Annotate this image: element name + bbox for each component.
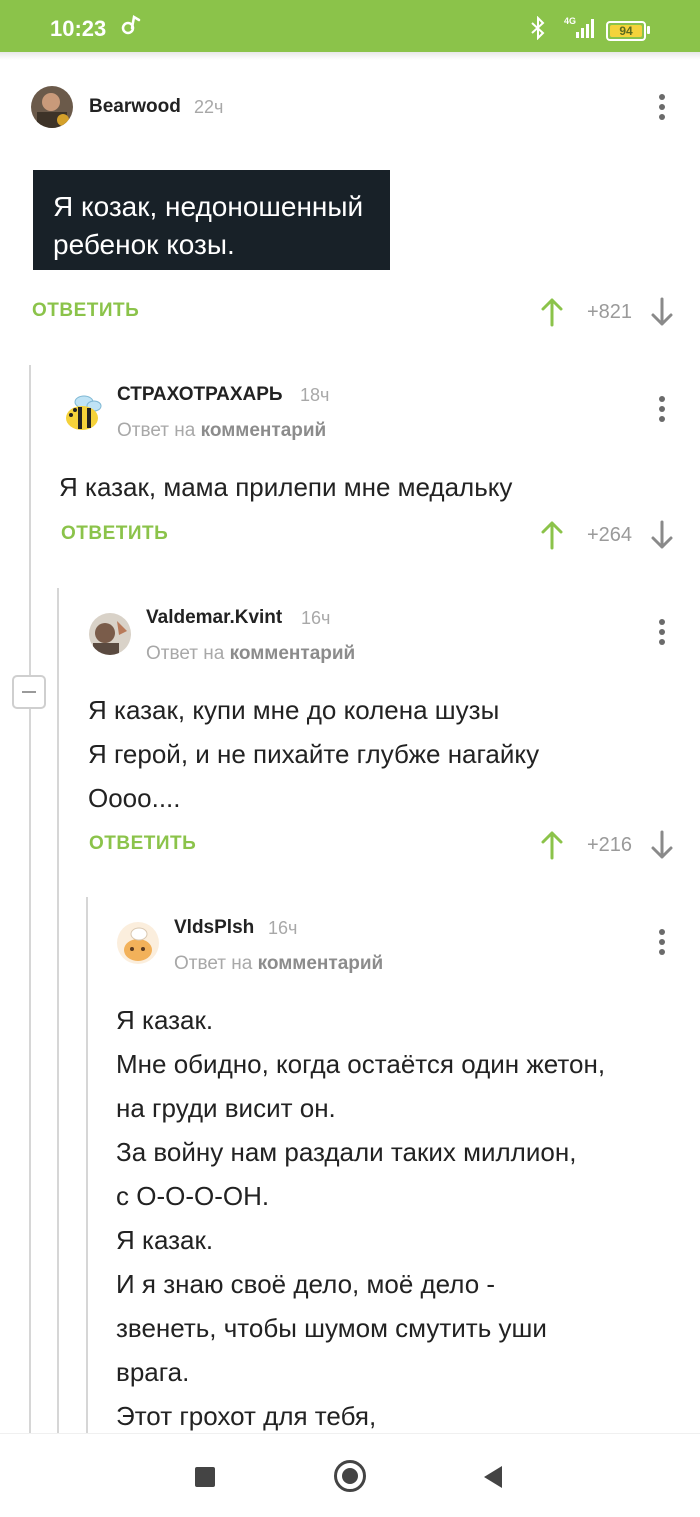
- more-vert-icon[interactable]: [657, 619, 667, 647]
- comment-text-line: Оооо....: [88, 783, 181, 813]
- reply-button[interactable]: ОТВЕТИТЬ: [89, 833, 196, 855]
- reply-to-link[interactable]: комментарий: [258, 953, 384, 974]
- arrow-up-icon[interactable]: [540, 520, 564, 550]
- username[interactable]: VldsPlsh: [174, 917, 254, 939]
- reply-to: Ответ на комментарий: [117, 420, 326, 442]
- battery-tip: [647, 26, 650, 34]
- arrow-up-icon[interactable]: [540, 830, 564, 860]
- vote-score: +821: [586, 301, 632, 323]
- arrow-down-icon[interactable]: [650, 297, 674, 327]
- reply-to-link[interactable]: комментарий: [230, 643, 356, 664]
- comment-text-line: Я казак, купи мне до колена шузы: [88, 695, 500, 725]
- avatar[interactable]: [89, 613, 131, 655]
- network-label: 4G: [564, 16, 576, 26]
- collapse-thread-button[interactable]: [12, 675, 46, 709]
- image-text-line: ребенок козы.: [53, 229, 235, 260]
- status-bar: 10:23 4G 94: [0, 0, 700, 52]
- comment-time: 22ч: [194, 97, 224, 117]
- back-icon[interactable]: [482, 1464, 504, 1490]
- vote-score: +264: [586, 524, 632, 546]
- comment-text-line: Я казак.: [116, 1005, 214, 1035]
- battery-icon: 94: [606, 21, 646, 41]
- comment-image: Я козак, недоношенный ребенок козы.: [33, 170, 390, 270]
- arrow-up-icon[interactable]: [540, 297, 564, 327]
- username[interactable]: Bearwood: [89, 96, 181, 118]
- image-text-line: Я козак, недоношенный: [53, 191, 364, 222]
- bee-avatar-image: [66, 395, 102, 430]
- avatar[interactable]: [60, 390, 104, 434]
- signal-icon: 4G: [564, 16, 594, 38]
- vote-score: +216: [586, 834, 632, 856]
- reply-button[interactable]: ОТВЕТИТЬ: [32, 300, 139, 322]
- thread-line-1: [29, 365, 31, 1433]
- reply-to-prefix: Ответ на: [174, 953, 253, 974]
- comment-time: 18ч: [300, 385, 330, 405]
- reply-to: Ответ на комментарий: [174, 953, 383, 975]
- thread-line-3: [86, 897, 88, 1433]
- comment-time: 16ч: [268, 918, 298, 938]
- reply-to-link[interactable]: комментарий: [201, 420, 327, 441]
- music-note-icon: [121, 14, 141, 35]
- comment-text-line: За войну нам раздали таких миллион,: [116, 1137, 577, 1167]
- username[interactable]: Valdemar.Kvint: [146, 607, 282, 629]
- comment-text-line: Этот грохот для тебя,: [116, 1401, 377, 1431]
- thread-line-2: [57, 588, 59, 1433]
- comment-text-line: с О-О-О-ОН.: [116, 1181, 270, 1211]
- avatar-image: [89, 613, 131, 655]
- comment-text-line: врага.: [116, 1357, 190, 1387]
- reply-to-prefix: Ответ на: [117, 420, 196, 441]
- avatar-image: [31, 86, 73, 128]
- comment-time: 16ч: [301, 608, 331, 628]
- avatar[interactable]: [117, 922, 159, 964]
- reply-to-prefix: Ответ на: [146, 643, 225, 664]
- arrow-down-icon[interactable]: [650, 520, 674, 550]
- comment-text: Я казак, мама прилепи мне медальку: [59, 472, 513, 502]
- collapse-icon: [22, 691, 36, 693]
- comment-text-line: И я знаю своё дело, моё дело -: [116, 1269, 496, 1299]
- reply-button[interactable]: ОТВЕТИТЬ: [61, 523, 168, 545]
- comment-text-line: на груди висит он.: [116, 1093, 336, 1123]
- arrow-down-icon[interactable]: [650, 830, 674, 860]
- bluetooth-icon: [531, 16, 545, 40]
- more-vert-icon[interactable]: [657, 94, 667, 122]
- comment-text-line: Я герой, и не пихайте глубже нагайку: [88, 739, 540, 769]
- home-icon[interactable]: [334, 1460, 366, 1492]
- username[interactable]: СТРАХОТРАХАРЬ: [117, 384, 283, 406]
- comment-text-line: Я казак.: [116, 1225, 214, 1255]
- status-time: 10:23: [50, 16, 107, 41]
- avatar-image: [117, 922, 159, 964]
- more-vert-icon[interactable]: [657, 396, 667, 424]
- more-vert-icon[interactable]: [657, 929, 667, 957]
- toolbar-shadow: [0, 52, 700, 60]
- comment-text-line: звенеть, чтобы шумом смутить уши: [116, 1313, 547, 1343]
- battery-level: 94: [619, 24, 633, 38]
- avatar[interactable]: [31, 86, 73, 128]
- comment-text-line: Мне обидно, когда остаётся один жетон,: [116, 1049, 606, 1079]
- reply-to: Ответ на комментарий: [146, 643, 355, 665]
- system-nav-bar: [0, 1433, 700, 1517]
- recents-icon[interactable]: [195, 1467, 215, 1487]
